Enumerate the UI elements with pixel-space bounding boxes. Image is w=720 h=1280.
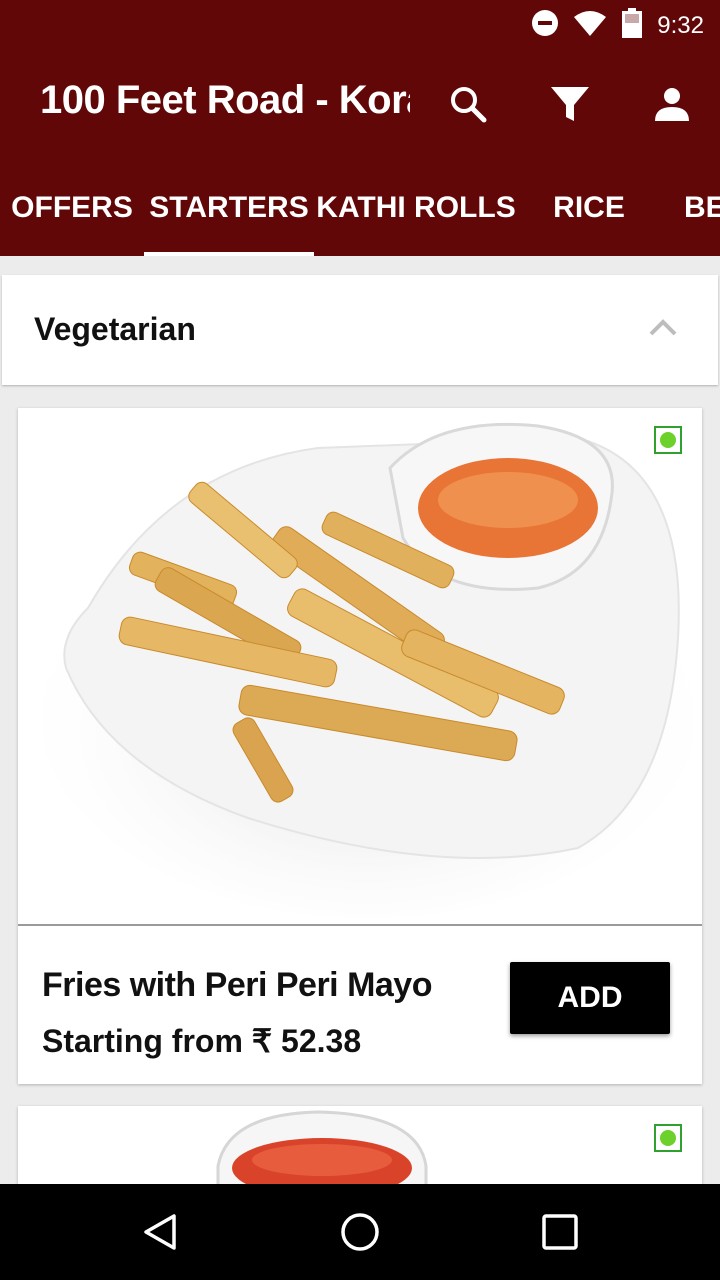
tab-offers[interactable]: OFFERS	[0, 160, 144, 256]
tab-indicator	[144, 252, 314, 256]
battery-icon	[621, 8, 643, 43]
wifi-icon	[573, 9, 607, 42]
divider	[18, 924, 702, 926]
page-title: 100 Feet Road - Kora...	[40, 78, 410, 122]
home-icon[interactable]	[336, 1208, 384, 1256]
section-title: Vegetarian	[34, 311, 196, 347]
recents-icon[interactable]	[536, 1208, 584, 1256]
section-header-vegetarian[interactable]: Vegetarian	[2, 275, 718, 385]
do-not-disturb-icon	[531, 9, 559, 42]
menu-item-card: Fries with Peri Peri Mayo Starting from …	[18, 408, 702, 1084]
back-icon[interactable]	[136, 1208, 184, 1256]
item-name: Fries with Peri Peri Mayo	[42, 966, 432, 1004]
veg-indicator-icon	[654, 1124, 682, 1152]
item-price: Starting from ₹ 52.38	[42, 1023, 362, 1059]
tab-beverages[interactable]: BEV	[684, 160, 720, 256]
fries-image	[18, 408, 702, 924]
tab-kathi-rolls[interactable]: KATHI ROLLS	[314, 160, 518, 256]
tab-starters[interactable]: STARTERS	[144, 160, 314, 256]
account-icon[interactable]	[648, 80, 696, 128]
filter-icon[interactable]	[546, 80, 594, 128]
status-bar: 9:32	[0, 0, 720, 48]
app-bar: 100 Feet Road - Kora...	[0, 48, 720, 160]
search-icon[interactable]	[444, 80, 492, 128]
add-button[interactable]: ADD	[510, 962, 670, 1034]
category-tabs: OFFERS STARTERS KATHI ROLLS RICE BEV	[0, 160, 720, 256]
tab-rice[interactable]: RICE	[518, 160, 660, 256]
navigation-bar	[0, 1184, 720, 1280]
chevron-up-icon[interactable]	[648, 317, 678, 342]
veg-indicator-icon	[654, 426, 682, 454]
status-time: 9:32	[657, 11, 704, 39]
